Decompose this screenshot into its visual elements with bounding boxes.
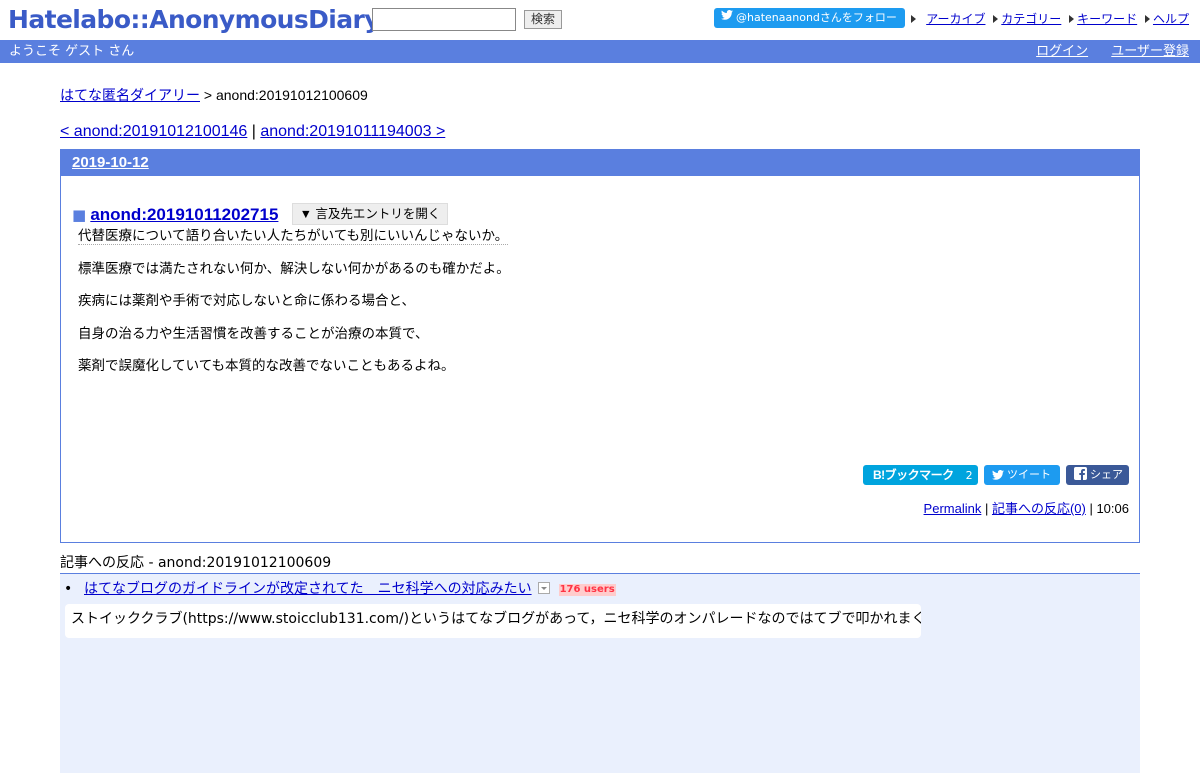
bookmark-users-badge[interactable]: 176 users [558,584,616,596]
breadcrumb: はてな匿名ダイアリー > anond:20191012100609 [60,85,1140,105]
arrow-icon [911,15,917,23]
bookmark-count: 2 [965,469,973,482]
footer-separator: | [1085,501,1097,516]
entry-footer: Permalink | 記事への反応(0) | 10:06 [924,498,1129,517]
twitter-bird-icon [992,470,1004,480]
arrow-icon [1069,15,1075,23]
breadcrumb-root-link[interactable]: はてな匿名ダイアリー [60,87,200,103]
body-line: 標準医療では満たされない何か、解決しない何かがあるのも確かだよ。 [78,258,510,291]
nav-help-link[interactable]: ヘルプ [1153,12,1189,26]
body-line: 代替医療について語り合いたい人たちがいても別にいいんじゃないか。 [78,225,510,258]
open-referenced-entry-button[interactable]: ▼ 言及先エントリを開く [291,203,449,225]
reference-quote: ストイッククラブ(https://www.stoicclub131.com/)と… [65,604,921,638]
twitter-follow-button[interactable]: @hatenaanondさんをフォロー [714,8,905,28]
share-buttons: B!ブックマーク 2 ツイート シェア [857,465,1129,485]
body-text: 自身の治る力や生活習慣を改善することが治療の本質で、 [78,325,429,342]
body-text: 標準医療では満たされない何か、解決しない何かがあるのも確かだよ。 [78,260,510,277]
body-line: 薬剤で誤魔化していても本質的な改善でないこともあるよね。 [78,355,510,388]
bullet-icon: • [64,581,73,597]
reference-item: • はてなブログのガイドラインが改定されてた ニセ科学への対応みたい 176 us… [60,580,1140,602]
follow-label: @hatenaanondさんをフォロー [736,11,897,24]
site-logo[interactable]: Hatelabo::AnonymousDiary [8,5,381,35]
nav-category-link[interactable]: カテゴリー [1001,12,1061,26]
reactions-link[interactable]: 記事への反応(0) [992,501,1086,516]
date-link[interactable]: 2019-10-12 [72,154,149,171]
facebook-share-button[interactable]: シェア [1066,465,1129,485]
nav-keyword-link[interactable]: キーワード [1077,12,1137,26]
entry-header: ■ anond:20191011202715 ▼ 言及先エントリを開く [72,203,449,225]
permalink-link[interactable]: Permalink [924,501,982,516]
search-input[interactable] [372,8,516,31]
nav-archive-link[interactable]: アーカイブ [926,12,985,26]
bookmark-label: B!ブックマーク [873,468,954,482]
tweet-button[interactable]: ツイート [984,465,1060,485]
body-text: 薬剤で誤魔化していても本質的な改善でないこともあるよね。 [78,358,455,374]
site-header: Hatelabo::AnonymousDiary 検索 @hatenaanond… [0,0,1200,40]
chevron-down-icon[interactable] [537,582,550,594]
pager-separator: | [247,123,261,140]
welcome-text: ようこそ ゲスト さん [9,44,135,59]
user-bar: ようこそ ゲスト さん ログイン ユーザー登録 [0,40,1200,63]
prev-entry-link[interactable]: < anond:20191012100146 [60,123,247,140]
body-line: 疾病には薬剤や手術で対応しないと命に係わる場合と、 [78,290,510,323]
search-button[interactable]: 検索 [524,10,563,29]
entry-title-link[interactable]: anond:20191011202715 [90,205,278,224]
entry-pager: < anond:20191012100146 | anond:201910111… [60,123,1140,141]
entry-body: 代替医療について語り合いたい人たちがいても別にいいんじゃないか。 標準医療では満… [78,225,510,388]
tweet-label: ツイート [1007,468,1051,481]
breadcrumb-separator: > [200,87,216,103]
arrow-icon [993,15,999,23]
facebook-icon [1074,467,1087,480]
share-label: シェア [1090,468,1123,481]
day-header: 2019-10-12 [61,150,1139,176]
hatena-bookmark-button[interactable]: B!ブックマーク 2 [863,465,978,485]
register-link[interactable]: ユーザー登録 [1111,44,1189,59]
next-entry-link[interactable]: anond:20191011194003 > [260,123,445,140]
references-list: • はてなブログのガイドラインが改定されてた ニセ科学への対応みたい 176 us… [60,573,1140,773]
body-line: 自身の治る力や生活習慣を改善することが治療の本質で、 [78,323,510,356]
main-content: はてな匿名ダイアリー > anond:20191012100609 < anon… [60,63,1140,773]
entry-time: 10:06 [1096,501,1129,516]
body-text: 代替医療について語り合いたい人たちがいても別にいいんじゃないか。 [78,228,509,245]
arrow-icon [1144,15,1150,23]
login-link[interactable]: ログイン [1036,44,1088,59]
body-text: 疾病には薬剤や手術で対応しないと命に係わる場合と、 [78,293,415,309]
reference-title-link[interactable]: はてなブログのガイドラインが改定されてた ニセ科学への対応みたい [84,581,532,597]
references-title: 記事への反応 - anond:20191012100609 [60,555,332,571]
day-section: 2019-10-12 ■ anond:20191011202715 ▼ 言及先エ… [60,149,1140,543]
breadcrumb-current: anond:20191012100609 [215,87,368,103]
footer-separator: | [981,501,992,516]
header-nav: アーカイブ カテゴリー キーワード ヘルプ [911,10,1189,27]
twitter-bird-icon [721,7,733,27]
entry-square-icon[interactable]: ■ [72,206,86,224]
